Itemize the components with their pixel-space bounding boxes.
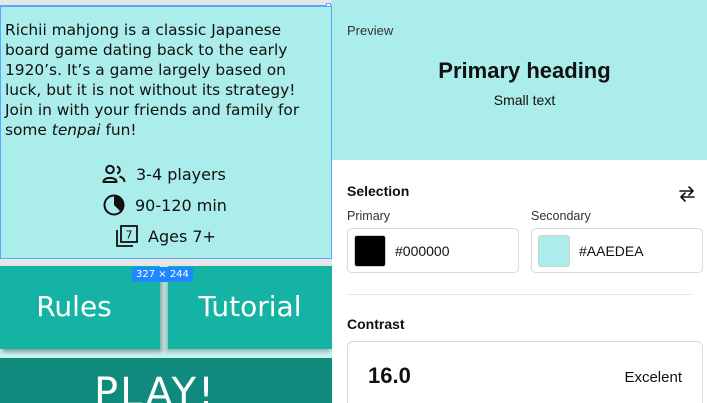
secondary-hex-value[interactable]: #AAEDEA xyxy=(579,243,644,259)
selection-title: Selection xyxy=(347,183,410,199)
swap-colors-button[interactable] xyxy=(677,184,697,204)
preview-label: Preview xyxy=(347,23,394,38)
time-stat: 90-120 min xyxy=(103,194,227,216)
preview-heading: Primary heading xyxy=(438,58,611,83)
primary-hex-value[interactable]: #000000 xyxy=(395,243,450,259)
contrast-rating: Excelent xyxy=(624,369,682,386)
players-stat: 3-4 players xyxy=(102,164,226,184)
preview-small-text: Small text xyxy=(493,92,556,108)
primary-color-field[interactable]: #000000 xyxy=(347,228,519,273)
tutorial-button-label: Tutorial xyxy=(198,290,302,323)
game-description: Richii mahjong is a classic Japanese boa… xyxy=(5,20,327,140)
play-button-label: PLAY! xyxy=(94,370,217,403)
description-emphasis: tenpai xyxy=(51,121,101,139)
contrast-result-box: 16.0 Excelent xyxy=(347,341,703,403)
primary-color-label: Primary xyxy=(347,209,391,223)
description-text: Richii mahjong is a classic Japanese boa… xyxy=(5,21,300,139)
play-button[interactable]: PLAY! xyxy=(0,358,332,403)
contrast-checker-panel: Preview Primary heading Small text Selec… xyxy=(332,0,707,403)
game-info-card[interactable]: Richii mahjong is a classic Japanese boa… xyxy=(0,6,332,259)
ages-text: Ages 7+ xyxy=(148,226,216,246)
rules-button-label: Rules xyxy=(36,290,112,323)
secondary-color-field[interactable]: #AAEDEA xyxy=(531,228,703,273)
players-text: 3-4 players xyxy=(136,164,226,184)
section-divider xyxy=(347,294,692,295)
contrast-title: Contrast xyxy=(347,316,405,332)
people-icon xyxy=(102,164,126,183)
swap-arrows-icon xyxy=(679,186,695,202)
time-text: 90-120 min xyxy=(135,195,227,215)
secondary-color-swatch[interactable] xyxy=(538,235,570,267)
contrast-ratio: 16.0 xyxy=(368,363,411,388)
secondary-color-label: Secondary xyxy=(531,209,591,223)
selection-size-badge: 327 × 244 xyxy=(132,267,193,282)
primary-color-swatch[interactable] xyxy=(354,235,386,267)
ages-stat: 7 Ages 7+ xyxy=(116,225,216,247)
row-gap xyxy=(0,349,332,358)
clock-pie-icon xyxy=(103,194,125,216)
description-text-end: fun! xyxy=(100,121,137,139)
age-icon-number: 7 xyxy=(126,229,133,242)
age-rating-icon: 7 xyxy=(116,225,138,247)
preview-area: Preview Primary heading Small text xyxy=(332,0,707,160)
design-canvas: Richii mahjong is a classic Japanese boa… xyxy=(0,0,332,403)
